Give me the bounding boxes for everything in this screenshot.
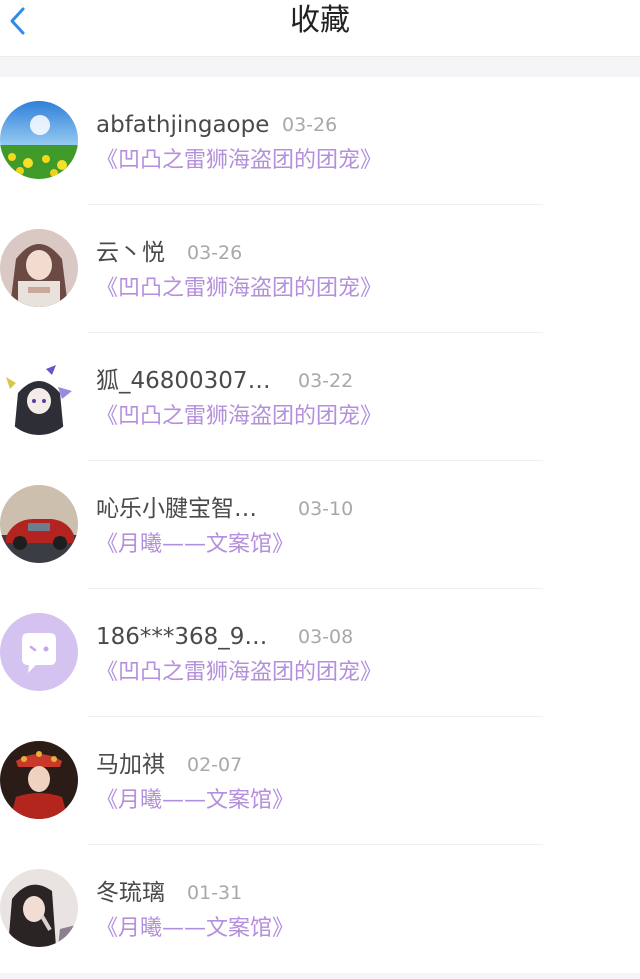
user-name[interactable]: 马加祺 — [96, 749, 165, 781]
list-item[interactable]: 狐_46800307… 03-22 《凹凸之雷狮海盗团的团宠》 — [0, 333, 640, 461]
favorite-date: 03-26 — [187, 242, 243, 264]
avatar[interactable] — [0, 869, 78, 947]
article-title-link[interactable]: 《凹凸之雷狮海盗团的团宠》 — [96, 401, 382, 433]
avatar[interactable] — [0, 101, 78, 179]
list-item[interactable]: 186***368_9… 03-08 《凹凸之雷狮海盗团的团宠》 — [0, 589, 640, 717]
avatar[interactable] — [0, 741, 78, 819]
list-item[interactable]: 云丶悦 03-26 《凹凸之雷狮海盗团的团宠》 — [0, 205, 640, 333]
list-item[interactable]: 吣乐小腱宝智… 03-10 《月曦——文案馆》 — [0, 461, 640, 589]
favorite-date: 03-08 — [298, 626, 354, 648]
list-item[interactable]: 冬琉璃 01-31 《月曦——文案馆》 — [0, 845, 640, 973]
favorite-date: 02-07 — [187, 754, 243, 776]
list-item[interactable]: 马加祺 02-07 《月曦——文案馆》 — [0, 717, 640, 845]
favorite-date: 03-26 — [282, 114, 338, 136]
bottom-edge — [0, 973, 640, 979]
user-name[interactable]: 186***368_9… — [96, 621, 267, 653]
avatar[interactable] — [0, 357, 78, 435]
article-title-link[interactable]: 《月曦——文案馆》 — [96, 529, 294, 561]
avatar[interactable] — [0, 229, 78, 307]
user-name[interactable]: 云丶悦 — [96, 237, 165, 269]
list-item[interactable]: abfathjingaope 03-26 《凹凸之雷狮海盗团的团宠》 — [0, 77, 640, 205]
favorite-date: 03-22 — [298, 370, 354, 392]
nav-bar: 收藏 — [0, 0, 640, 57]
avatar[interactable] — [0, 485, 78, 563]
user-name[interactable]: 冬琉璃 — [96, 877, 165, 909]
user-name[interactable]: 吣乐小腱宝智… — [96, 493, 257, 525]
page-title: 收藏 — [290, 3, 350, 38]
article-title-link[interactable]: 《凹凸之雷狮海盗团的团宠》 — [96, 657, 382, 689]
section-gap — [0, 57, 640, 77]
favorite-date: 03-10 — [298, 498, 354, 520]
user-name[interactable]: 狐_46800307… — [96, 365, 271, 397]
favorites-list: abfathjingaope 03-26 《凹凸之雷狮海盗团的团宠》 云丶悦 0… — [0, 77, 640, 973]
article-title-link[interactable]: 《凹凸之雷狮海盗团的团宠》 — [96, 145, 382, 177]
user-name[interactable]: abfathjingaope — [96, 109, 269, 141]
article-title-link[interactable]: 《月曦——文案馆》 — [96, 785, 294, 817]
article-title-link[interactable]: 《凹凸之雷狮海盗团的团宠》 — [96, 273, 382, 305]
avatar[interactable] — [0, 613, 78, 691]
article-title-link[interactable]: 《月曦——文案馆》 — [96, 913, 294, 945]
favorite-date: 01-31 — [187, 882, 243, 904]
